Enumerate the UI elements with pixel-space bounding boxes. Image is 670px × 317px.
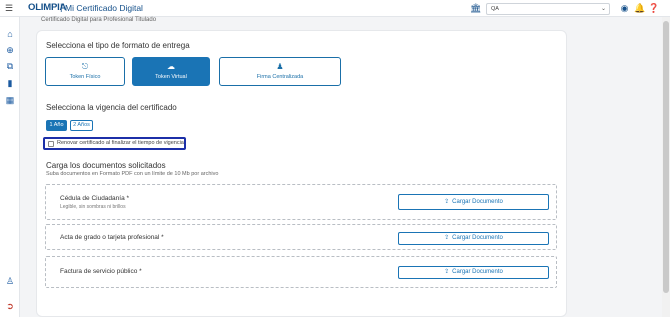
usb-icon: ⎋: [81, 62, 89, 71]
renew-checkbox-label: Renovar certificado al finalizar el tiem…: [57, 140, 184, 146]
team-icon[interactable]: ♙: [4, 275, 16, 287]
bell-icon[interactable]: 🔔: [634, 3, 645, 14]
upload-button-label: Cargar Documento: [452, 199, 503, 205]
environment-value: QA: [491, 6, 499, 12]
folder-icon[interactable]: ▮: [4, 77, 16, 89]
document-name: Factura de servicio público *: [60, 268, 142, 275]
upload-icon: ⇪: [444, 199, 450, 205]
upload-icon: ⇪: [444, 235, 450, 241]
token-fisico-button[interactable]: ⎋ Token Físico: [45, 57, 125, 86]
document-hint: Legible, sin sombras ni brillos: [60, 204, 126, 210]
logout-icon[interactable]: ➲: [4, 300, 16, 312]
two-years-option[interactable]: 2 Años: [70, 120, 93, 131]
document-row-cedula: Cédula de Ciudadanía * Legible, sin somb…: [45, 184, 557, 220]
renew-checkbox[interactable]: [48, 141, 54, 147]
upload-icon: ⇪: [444, 269, 450, 275]
help-icon[interactable]: ❓: [648, 3, 659, 14]
token-virtual-button[interactable]: ☁ Token Virtual: [132, 57, 210, 86]
top-bar: ☰ OLIMPIA | Mi Certificado Digital 🏛 QA …: [0, 0, 670, 17]
upload-factura-button[interactable]: ⇪ Cargar Documento: [398, 266, 549, 279]
document-icon[interactable]: ▦: [4, 94, 16, 106]
document-name: Cédula de Ciudadanía *: [60, 195, 130, 202]
document-row-acta: Acta de grado o tarjeta profesional * ⇪ C…: [45, 224, 557, 250]
token-virtual-label: Token Virtual: [155, 74, 187, 80]
token-fisico-label: Token Físico: [69, 74, 101, 80]
building-icon[interactable]: 🏛: [470, 3, 481, 14]
documents-section-subtitle: Suba documentos en Formato PDF con un lí…: [46, 171, 219, 177]
format-section-title: Selecciona el tipo de formato de entrega: [46, 41, 190, 50]
chevron-down-icon: ⌄: [600, 6, 606, 12]
add-circle-icon[interactable]: ⊕: [4, 44, 16, 56]
brand-separator: |: [60, 2, 63, 13]
sidebar: ⌂ ⊕ ⧉ ▮ ▦ ♙ ➲: [0, 17, 20, 317]
renew-checkbox-container[interactable]: Renovar certificado al finalizar el tiem…: [43, 137, 186, 150]
copy-icon[interactable]: ⧉: [4, 60, 16, 72]
people-network-icon: ♟: [276, 62, 284, 71]
user-circle-icon[interactable]: ◉: [619, 3, 630, 14]
environment-select[interactable]: QA ⌄: [486, 3, 610, 15]
upload-button-label: Cargar Documento: [452, 269, 503, 275]
home-icon[interactable]: ⌂: [4, 28, 16, 40]
document-row-factura: Factura de servicio público * ⇪ Cargar Do…: [45, 256, 557, 288]
upload-acta-button[interactable]: ⇪ Cargar Documento: [398, 232, 549, 245]
cloud-icon: ☁: [167, 62, 175, 71]
hamburger-menu-icon[interactable]: ☰: [5, 3, 13, 13]
documents-section-title: Carga los documentos solicitados: [46, 161, 166, 170]
firma-centralizada-label: Firma Centralizada: [256, 74, 304, 80]
document-name: Acta de grado o tarjeta profesional *: [60, 234, 164, 241]
app-title: Mi Certificado Digital: [65, 3, 143, 13]
firma-centralizada-button[interactable]: ♟ Firma Centralizada: [219, 57, 341, 86]
one-year-option[interactable]: 1 Año: [46, 120, 67, 131]
upload-button-label: Cargar Documento: [452, 235, 503, 241]
breadcrumb: Certificado Digital para Profesional Tit…: [41, 17, 157, 23]
scrollbar[interactable]: [662, 17, 670, 317]
validity-section-title: Selecciona la vigencia del certificado: [46, 103, 177, 112]
upload-cedula-button[interactable]: ⇪ Cargar Documento: [398, 194, 549, 210]
scrollbar-thumb[interactable]: [663, 21, 669, 293]
